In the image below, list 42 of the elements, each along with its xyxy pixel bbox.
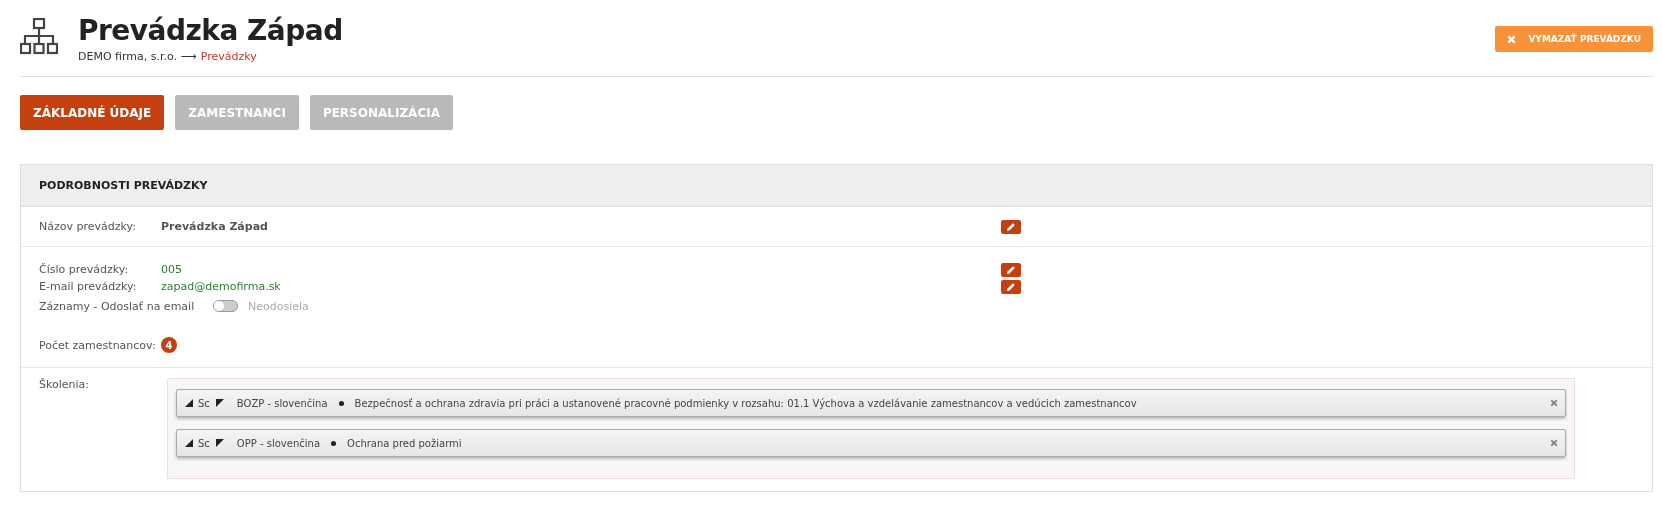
field-label: Školenia: [39,378,90,391]
sort-label: Sc [198,397,210,409]
field-label: Záznamy - Odoslať na email [39,299,196,313]
training-code: OPP - slovenčina [236,437,320,449]
tab[interactable]: PERSONALIZÁCIA [309,95,453,130]
edit-button[interactable] [1001,262,1021,277]
close-button[interactable] [1549,398,1559,408]
edit-button[interactable] [1001,219,1021,234]
field-value: zapad@demofirma.sk [161,280,282,293]
triangle-icon[interactable] [185,399,193,407]
pencil-icon [1006,221,1016,232]
delete-button[interactable]: VYMAZAŤ PREVÁDZKU [1495,26,1653,52]
field-label: Názov prevádzky: [39,220,137,233]
close-button[interactable] [1549,438,1559,448]
pencil-icon [1006,281,1016,292]
close-icon [1507,34,1517,44]
field-label: Číslo prevádzky: [39,263,130,276]
pencil-icon [1006,264,1016,275]
count-badge: 4 [161,337,177,353]
training-description: Bezpečnosť a ochrana zdravia pri práci a ustanovené pracovné podmienky v rozsahu: 01.1 Výchova a vzdelávanie zamestnancov a vedúcich zamestnancov [354,397,1138,409]
bullet-icon [338,400,344,406]
page-title: Prevádzka Západ [78,14,344,48]
breadcrumb-arrow: ⟶ [181,50,197,63]
tab[interactable]: ZÁKLADNÉ ÚDAJE [20,95,165,130]
field-label: E-mail prevádzky: [39,280,138,293]
bullet-icon [331,440,336,446]
panel-title: PODROBNOSTI PREVÁDZKY [39,179,208,192]
triangle-icon[interactable] [215,399,224,407]
tab[interactable]: ZAMESTNANCI [175,95,299,130]
training-code: BOZP - slovenčina [236,397,328,409]
breadcrumb-link[interactable]: Prevádzky [200,50,257,63]
triangle-icon[interactable] [215,439,224,447]
triangle-icon[interactable] [185,439,193,447]
training-description: Ochrana pred požiarmi [347,437,463,449]
breadcrumb-item: DEMO firma, s.r.o. [78,50,178,63]
field-value: 005 [161,263,183,276]
field-value: Prevádzka Západ [161,220,269,233]
toggle-state: Neodosiela [248,299,309,313]
field-label: Počet zamestnancov: [39,338,157,352]
edit-button[interactable] [1001,279,1021,294]
sort-label: Sc [198,437,210,449]
toggle-switch[interactable] [213,300,238,312]
